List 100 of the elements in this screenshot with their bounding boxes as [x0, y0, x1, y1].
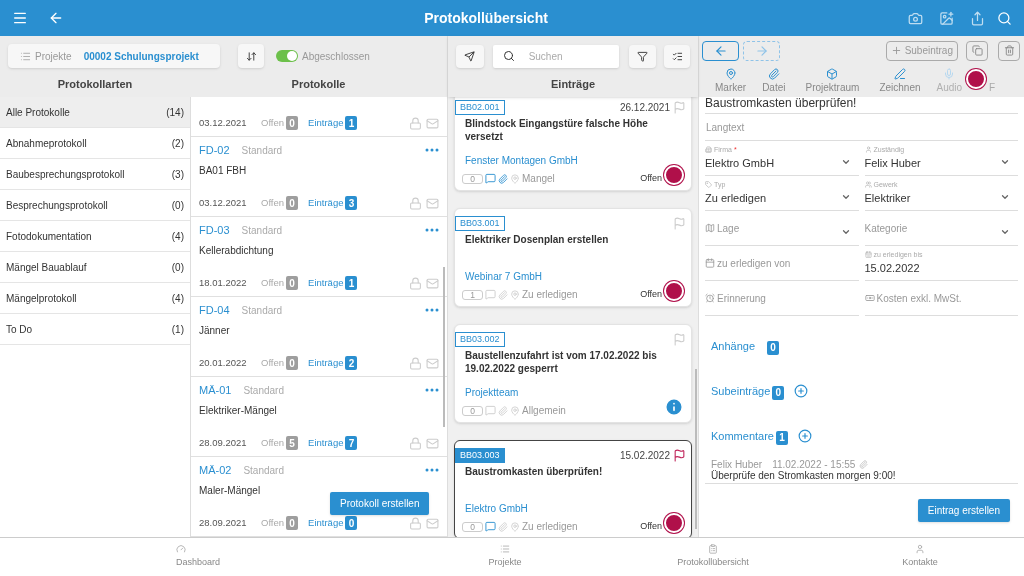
more-icon[interactable] — [425, 388, 439, 392]
entry-title: Baustellenzufahrt ist vom 17.02.2022 bis 19.02.2022 gesperrt — [464, 349, 658, 375]
create-entry-button[interactable]: Eintrag erstellen — [917, 499, 1010, 522]
entry-date: 26.12.2021 — [619, 100, 670, 115]
entry-company[interactable]: Elektro GmbH — [455, 501, 691, 516]
form-field[interactable]: Erinnerung — [705, 281, 859, 316]
lock-icon[interactable] — [409, 196, 422, 210]
search-icon[interactable] — [997, 10, 1012, 26]
search-input[interactable]: Suchen — [528, 48, 609, 64]
share-icon[interactable] — [970, 10, 985, 26]
lock-icon[interactable] — [409, 516, 422, 530]
menu-icon[interactable] — [12, 10, 28, 26]
mail-icon[interactable] — [426, 116, 439, 130]
lock-icon[interactable] — [409, 436, 422, 450]
tool-button[interactable]: Marker — [707, 68, 755, 95]
list-icon — [500, 544, 510, 555]
open-label: Offen — [261, 195, 285, 210]
entry-card[interactable]: BB03.001 Elektriker Dosenplan erstellen Webinar 7 GmbH 1 Zu erledigen Offen — [454, 208, 692, 307]
protocol-title: BA01 FBH — [199, 164, 247, 178]
image-plus-icon[interactable] — [939, 10, 954, 26]
entry-card[interactable]: BB03.003 15.02.2022 Baustromkasten überprüfen! Elektro GmbH 0 Zu erledigen Offen — [454, 440, 692, 537]
mail-icon[interactable] — [426, 516, 439, 530]
lock-icon[interactable] — [409, 276, 422, 290]
sort-button[interactable] — [238, 44, 264, 68]
toggle-switch[interactable] — [276, 50, 298, 62]
entry-company[interactable]: Webinar 7 GmbH — [455, 269, 691, 284]
copy-button[interactable] — [966, 40, 988, 61]
form-field[interactable]: Lage — [705, 211, 859, 246]
subentry-button[interactable]: Subeintrag — [885, 40, 958, 61]
form-field[interactable]: zu erledigen von — [705, 246, 859, 281]
more-icon[interactable] — [425, 148, 439, 152]
nav-tab[interactable]: Protokollübersicht — [610, 538, 816, 576]
project-selector[interactable]: Projekte 00002 Schulungsprojekt — [8, 44, 220, 68]
section-link[interactable]: Subeinträge — [711, 382, 771, 400]
section-link[interactable]: Anhänge — [711, 337, 756, 355]
send-button[interactable] — [456, 44, 484, 68]
section-link[interactable]: Kommentare — [711, 427, 774, 445]
entry-title-field[interactable]: Baustromkasten überprüfen! — [705, 97, 1018, 114]
mail-icon[interactable] — [426, 436, 439, 450]
mail-icon[interactable] — [426, 196, 439, 210]
more-icon[interactable] — [425, 228, 439, 232]
more-icon[interactable] — [425, 468, 439, 472]
tool-button[interactable]: Datei — [754, 68, 794, 95]
count-badge: 7 — [345, 436, 358, 450]
pin-icon — [510, 289, 520, 300]
protocol-id[interactable]: FD-04 — [199, 301, 230, 319]
entry-date: 15.02.2022 — [619, 448, 670, 463]
entry-card[interactable]: BB02.001 26.12.2021 Blindstock Eingangstüre falsche Höhe versetzt Fenster Montagen GmbH 0 Mangel Offen — [454, 97, 692, 191]
nav-tab[interactable]: Kontakte — [816, 538, 1024, 576]
count-badge: 0 — [772, 385, 785, 400]
nav-tab[interactable]: Dashboard — [0, 538, 400, 576]
protocol-type-item[interactable]: Alle Protokolle (14) — [0, 97, 190, 128]
lock-icon[interactable] — [409, 116, 422, 130]
checklist-button[interactable] — [664, 44, 690, 68]
entries-link[interactable]: Einträge — [308, 355, 344, 371]
camera-icon[interactable] — [908, 10, 923, 26]
tool-button[interactable]: Zeichnen — [871, 68, 929, 95]
next-button[interactable] — [743, 40, 780, 61]
add-icon[interactable] — [798, 429, 812, 443]
entries-link[interactable]: Einträge — [308, 275, 344, 291]
entry-title: Blindstock Eingangstüre falsche Höhe versetzt — [464, 117, 649, 143]
field-label: zu erledigen von — [717, 256, 791, 271]
protocol-id[interactable]: MÄ-02 — [199, 461, 232, 479]
entries-link[interactable]: Einträge — [308, 435, 344, 451]
protocol-id[interactable]: FD-03 — [199, 221, 230, 239]
entries-link[interactable]: Einträge — [308, 515, 344, 531]
more-icon[interactable] — [425, 308, 439, 312]
back-arrow-icon[interactable] — [48, 10, 64, 26]
send-icon — [464, 50, 476, 62]
protocol-id[interactable]: MÄ-01 — [199, 381, 232, 399]
form-field[interactable]: Kosten exkl. MwSt. — [864, 281, 1018, 316]
create-protocol-button[interactable]: Protokoll erstellen — [330, 492, 430, 515]
tool-button[interactable]: Projektraum — [797, 68, 868, 95]
pin-icon — [724, 68, 737, 80]
protocol-title: Jänner — [199, 324, 230, 338]
flag-icon[interactable] — [673, 448, 686, 462]
add-icon[interactable] — [794, 384, 809, 398]
filter-button[interactable] — [628, 44, 657, 68]
longtext-field[interactable]: Langtext — [705, 119, 1018, 135]
lock-icon[interactable] — [409, 356, 422, 370]
mail-icon[interactable] — [426, 276, 439, 290]
protocol-id[interactable]: FD-02 — [199, 141, 230, 159]
count-badge: 1 — [345, 116, 358, 130]
protocol-title: Elektriker-Mängel — [199, 404, 277, 418]
entry-card[interactable]: BB03.002 Baustellenzufahrt ist vom 17.02.2022 bis 19.02.2022 gesperrt Projektteam 0 Allgemein — [454, 324, 692, 423]
calendar-icon — [705, 258, 715, 268]
record-icon[interactable] — [966, 69, 987, 89]
previous-button[interactable] — [702, 40, 739, 61]
entry-company[interactable]: Fenster Montagen GmbH — [455, 153, 691, 168]
pin-icon — [510, 405, 520, 416]
nav-tab[interactable]: Projekte — [400, 538, 610, 576]
delete-button[interactable] — [998, 40, 1020, 61]
entries-link[interactable]: Einträge — [308, 115, 344, 131]
filter-icon — [636, 50, 648, 62]
entry-company[interactable]: Projektteam — [455, 385, 691, 400]
form-field[interactable]: Kategorie — [864, 211, 1018, 246]
search-field[interactable]: Suchen — [492, 44, 619, 68]
entry-tag: BB02.001 — [455, 99, 505, 115]
mail-icon[interactable] — [426, 356, 439, 370]
entries-link[interactable]: Einträge — [308, 195, 344, 211]
